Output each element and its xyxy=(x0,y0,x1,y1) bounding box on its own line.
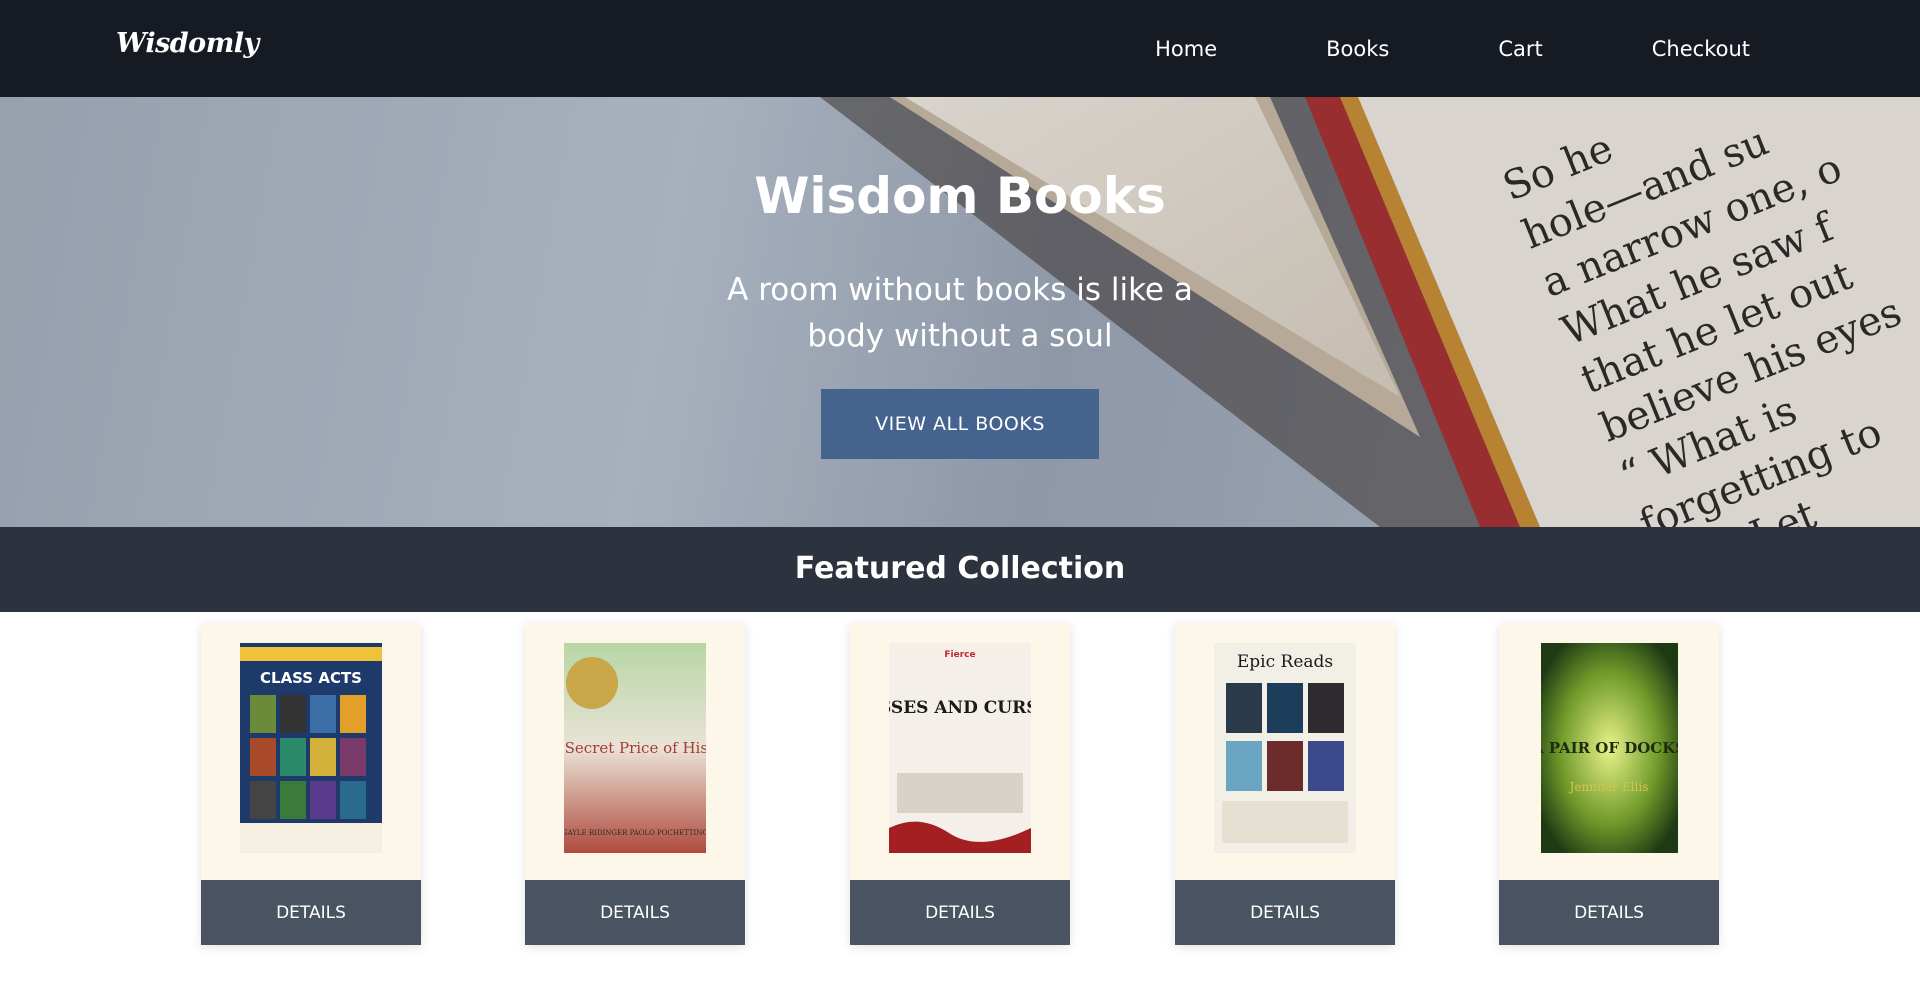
book-cover-title: The Secret Price of History xyxy=(564,739,706,757)
book-cover-image[interactable]: A PAIR OF DOCKS Jennifer Ellis xyxy=(1541,643,1678,853)
nav-link-books[interactable]: Books xyxy=(1326,37,1389,61)
hero-tagline: A room without books is like a body with… xyxy=(727,272,1193,354)
nav-link-cart[interactable]: Cart xyxy=(1498,37,1542,61)
book-cover-author: GAYLE RIDINGER PAOLO POCHETTINO xyxy=(564,829,706,837)
nav-link-home[interactable]: Home xyxy=(1155,37,1217,61)
book-cover-art: Epic Reads xyxy=(1214,643,1356,853)
hero-banner: So he hole—and su a narrow one, o What h… xyxy=(0,97,1920,527)
book-card: Fierce KISSES AND CURSES DETAILS xyxy=(850,623,1070,945)
book-card: CLASS ACTS DETAILS xyxy=(201,623,421,945)
hero-content: Wisdom Books A room without books is lik… xyxy=(0,97,1920,527)
book-cover-art: A PAIR OF DOCKS Jennifer Ellis xyxy=(1541,643,1678,853)
book-cover-title: A PAIR OF DOCKS xyxy=(1541,739,1678,757)
book-cover-art: Fierce KISSES AND CURSES xyxy=(889,643,1031,853)
nav-links: Home Books Cart Checkout xyxy=(1155,0,1750,97)
book-details-button[interactable]: DETAILS xyxy=(1499,880,1719,945)
navbar: Wisdomly Home Books Cart Checkout xyxy=(0,0,1920,97)
book-cover-title: Epic Reads xyxy=(1237,652,1333,672)
book-cover-image[interactable]: Fierce KISSES AND CURSES xyxy=(889,643,1031,853)
book-cover-title: KISSES AND CURSES xyxy=(889,698,1031,718)
svg-text:Fierce: Fierce xyxy=(944,650,975,660)
featured-title: Featured Collection xyxy=(794,551,1126,586)
view-all-books-button[interactable]: VIEW ALL BOOKS xyxy=(821,389,1099,459)
book-cover-image[interactable]: Epic Reads xyxy=(1214,643,1356,853)
book-card: The Secret Price of History GAYLE RIDING… xyxy=(525,623,745,945)
book-details-button[interactable]: DETAILS xyxy=(201,880,421,945)
book-cover-image[interactable]: The Secret Price of History GAYLE RIDING… xyxy=(564,643,706,853)
book-cover-art: CLASS ACTS xyxy=(240,643,382,853)
book-cover-title: CLASS ACTS xyxy=(260,669,362,687)
book-card-list: CLASS ACTS DETAILS The Secret Price of H… xyxy=(0,623,1920,945)
book-details-button[interactable]: DETAILS xyxy=(525,880,745,945)
book-cover-author: Jennifer Ellis xyxy=(1568,780,1649,794)
book-details-button[interactable]: DETAILS xyxy=(850,880,1070,945)
featured-section-header: Featured Collection xyxy=(0,527,1920,612)
hero-title: Wisdom Books xyxy=(754,167,1166,225)
book-card: Epic Reads DETAILS xyxy=(1175,623,1395,945)
book-details-button[interactable]: DETAILS xyxy=(1175,880,1395,945)
nav-link-checkout[interactable]: Checkout xyxy=(1652,37,1750,61)
book-cover-image[interactable]: CLASS ACTS xyxy=(240,643,382,853)
book-card: A PAIR OF DOCKS Jennifer Ellis DETAILS xyxy=(1499,623,1719,945)
book-cover-art: The Secret Price of History GAYLE RIDING… xyxy=(564,643,706,853)
site-logo[interactable]: Wisdomly xyxy=(116,28,259,59)
